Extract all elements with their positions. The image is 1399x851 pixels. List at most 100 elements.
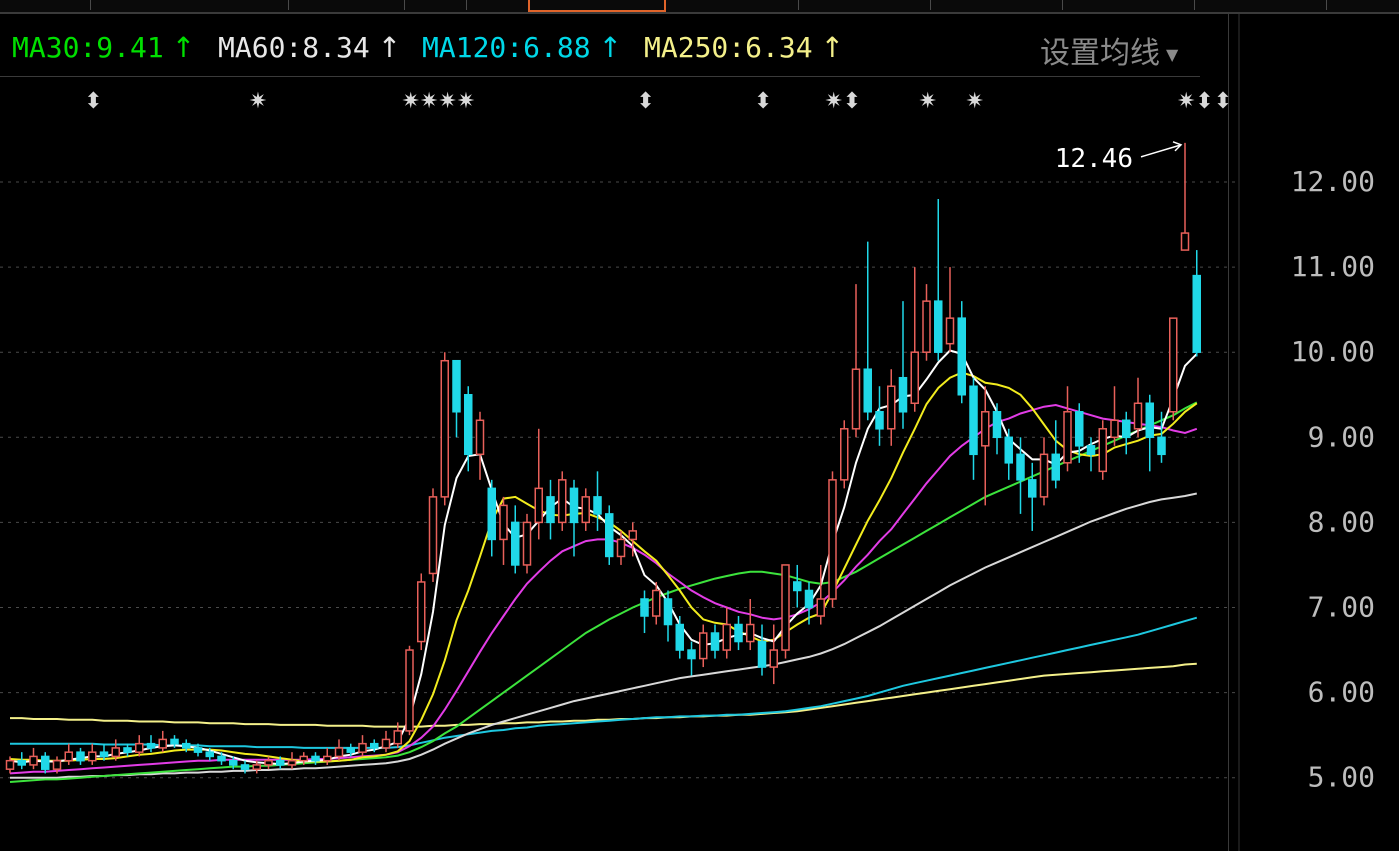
candle-body — [99, 751, 109, 758]
y-tick-label: 8.00 — [1308, 505, 1375, 538]
chart-gridlines — [0, 181, 1235, 779]
candle-body — [957, 317, 966, 396]
candle — [757, 624, 767, 676]
candle — [616, 530, 626, 565]
candle-body — [123, 747, 132, 753]
candle — [922, 284, 931, 361]
candle — [487, 479, 496, 557]
candle — [29, 747, 38, 770]
candle-body — [769, 649, 778, 668]
event-marker-icon: ✷ — [966, 89, 984, 114]
candle-body — [746, 623, 755, 643]
candle — [1122, 411, 1131, 455]
candle-body — [1122, 419, 1131, 439]
candle-body — [628, 530, 637, 541]
candle-body — [922, 300, 931, 353]
candle-body — [581, 496, 590, 524]
candle-body — [992, 411, 1002, 439]
candle-body — [475, 419, 485, 456]
ma120-line — [10, 616, 1198, 749]
event-marker-icon: ✷⬍⬍ — [1177, 89, 1232, 114]
event-marker-icon: ✷✷✷✷ — [402, 89, 476, 114]
candle-body — [323, 755, 332, 762]
candle — [146, 735, 156, 753]
candle-body — [699, 632, 708, 660]
candle-body — [276, 759, 285, 766]
candle-body — [887, 385, 896, 430]
candle — [722, 607, 731, 659]
candle-body — [1086, 445, 1096, 456]
candle-body — [440, 359, 449, 498]
candle-body — [1145, 402, 1154, 439]
candle-body — [840, 428, 849, 481]
candle — [1110, 386, 1119, 446]
candle — [734, 616, 743, 651]
candle — [605, 505, 614, 565]
candle — [1063, 386, 1072, 472]
candle — [1028, 462, 1037, 531]
candle-body — [569, 487, 579, 524]
candle-body — [1039, 453, 1049, 498]
candle-body — [346, 747, 355, 753]
candle — [546, 479, 555, 540]
candle-body — [41, 755, 50, 770]
candle — [769, 624, 778, 685]
candle-body — [135, 742, 144, 753]
candle-body — [546, 496, 555, 524]
candle-body — [828, 479, 837, 600]
candle — [851, 284, 861, 438]
candlestick-chart[interactable]: ⬍ ✷ ✷✷✷✷ ⬍ ⬍ ✷⬍ ✷ ✷ ✷⬍⬍ 12.0011.0010.009.008.007… — [0, 0, 1399, 851]
candle-body — [1110, 419, 1119, 439]
candle — [1004, 428, 1013, 480]
candle — [158, 730, 167, 753]
candle-body — [334, 747, 344, 758]
candle-body — [1004, 436, 1013, 464]
candle-body — [757, 640, 767, 668]
candle — [581, 488, 590, 531]
candle-body — [1157, 436, 1166, 456]
candle — [76, 747, 85, 765]
event-marker-icon: ✷ — [919, 89, 937, 114]
candle — [675, 616, 684, 659]
candle-body — [934, 300, 943, 353]
candle-body — [511, 521, 520, 566]
ma5-line — [9, 349, 1198, 766]
candle — [358, 735, 367, 757]
candle — [1169, 317, 1178, 421]
candle — [969, 377, 978, 480]
candle — [41, 752, 50, 774]
candle — [863, 241, 872, 421]
candle — [898, 301, 908, 429]
candle-body — [804, 589, 814, 609]
candle-body — [111, 747, 120, 758]
candle-body — [52, 759, 62, 770]
moving-average-lines — [9, 349, 1198, 783]
candle — [381, 730, 391, 753]
candle-body — [252, 764, 261, 770]
candle — [1180, 142, 1190, 251]
y-tick-label: 5.00 — [1308, 761, 1375, 794]
candle — [1098, 420, 1107, 480]
candle — [840, 420, 849, 489]
candle — [440, 352, 449, 506]
candle-body — [1169, 317, 1178, 413]
candle — [593, 471, 602, 531]
candle-body — [816, 598, 825, 617]
y-tick-label: 6.00 — [1308, 676, 1375, 709]
candle — [1133, 377, 1143, 438]
candle-body — [687, 649, 696, 660]
candle-body — [593, 496, 602, 515]
candle-body — [17, 759, 26, 766]
event-markers: ⬍ ✷ ✷✷✷✷ ⬍ ⬍ ✷⬍ ✷ ✷ ✷⬍⬍ — [84, 89, 1232, 114]
candle-body — [64, 751, 73, 762]
candle-body — [781, 564, 790, 651]
y-tick-label: 7.00 — [1308, 591, 1375, 624]
candle-body — [616, 538, 626, 558]
event-marker-icon: ⬍ — [637, 89, 655, 114]
candle-body — [1133, 402, 1143, 430]
candle — [405, 645, 414, 736]
candle-body — [76, 751, 85, 762]
candle — [511, 505, 520, 574]
candle-body — [534, 487, 543, 524]
candle-body — [722, 623, 731, 651]
